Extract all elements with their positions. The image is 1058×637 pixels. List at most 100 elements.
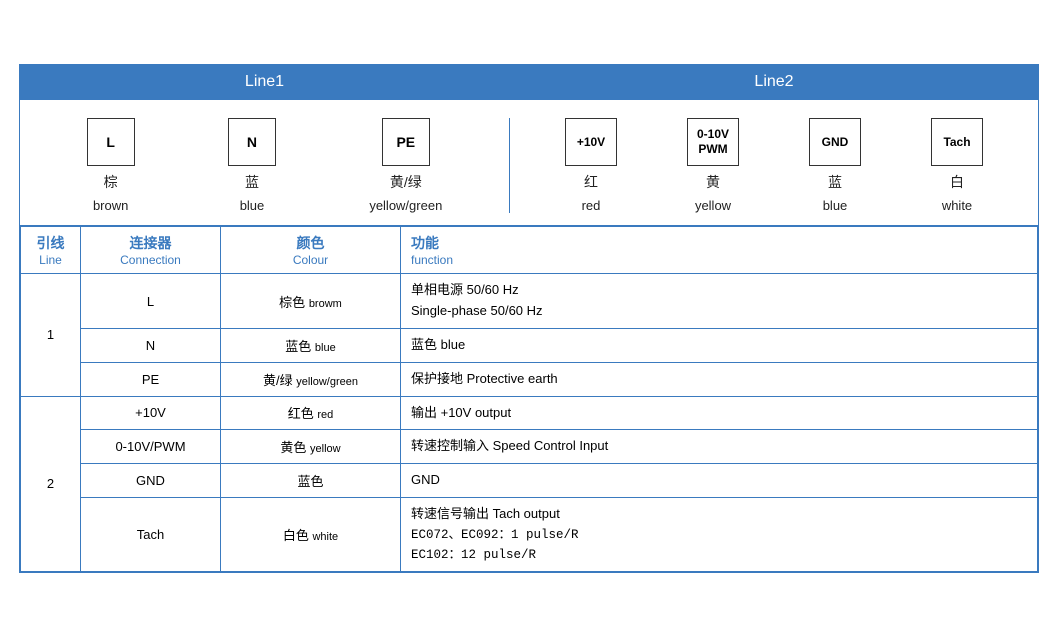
th-func-en: function xyxy=(411,253,1027,267)
wire-label-en: blue xyxy=(240,198,265,213)
color-zh: 红色 xyxy=(288,406,314,421)
cell-color: 红色 red xyxy=(221,396,401,430)
header-line2: Line2 xyxy=(510,65,1038,99)
wire-label-en: red xyxy=(582,198,601,213)
header-line1: Line1 xyxy=(20,65,510,99)
func-line: Single-phase 50/60 Hz xyxy=(411,301,1027,322)
cell-connection: N xyxy=(81,328,221,362)
wire-box: N xyxy=(228,118,276,166)
func-line: EC102：12 pulse/R xyxy=(411,545,1027,565)
wire-box: +10V xyxy=(565,118,617,166)
table-row: 1L棕色 browm单相电源 50/60 HzSingle-phase 50/6… xyxy=(21,274,1038,329)
color-en: browm xyxy=(309,298,342,310)
table-row: 0-10V/PWM黄色 yellow转速控制输入 Speed Control I… xyxy=(21,430,1038,464)
cell-connection: Tach xyxy=(81,497,221,571)
cell-color: 棕色 browm xyxy=(221,274,401,329)
th-color-zh: 颜色 xyxy=(231,233,390,253)
func-line: 转速控制输入 Speed Control Input xyxy=(411,436,1027,457)
cell-color: 蓝色 xyxy=(221,464,401,498)
cell-color: 蓝色 blue xyxy=(221,328,401,362)
wire-item-l2-0: +10V 红 red xyxy=(565,118,617,213)
table-body: 1L棕色 browm单相电源 50/60 HzSingle-phase 50/6… xyxy=(21,274,1038,571)
color-zh: 蓝色 xyxy=(297,474,323,489)
wire-label-zh: 黄/绿 xyxy=(390,172,422,192)
header-row: Line1 Line2 xyxy=(20,65,1038,100)
diagram-line2: +10V 红 red 0-10VPWM 黄 yellow GND 蓝 blue … xyxy=(510,118,1038,213)
cell-function: 蓝色 blue xyxy=(401,328,1038,362)
cell-color: 黄色 yellow xyxy=(221,430,401,464)
wire-item-l2-2: GND 蓝 blue xyxy=(809,118,861,213)
func-line: 保护接地 Protective earth xyxy=(411,369,1027,390)
wire-item-l2-1: 0-10VPWM 黄 yellow xyxy=(687,118,739,213)
color-en: yellow xyxy=(310,443,341,455)
func-line: 单相电源 50/60 Hz xyxy=(411,280,1027,301)
wire-item-l1-0: L 棕 brown xyxy=(87,118,135,213)
func-line: EC072、EC092：1 pulse/R xyxy=(411,525,1027,545)
color-zh: 白色 xyxy=(283,528,309,543)
cell-function: 输出 +10V output xyxy=(401,396,1038,430)
wire-label-zh: 蓝 xyxy=(245,172,259,192)
wire-label-zh: 红 xyxy=(584,172,598,192)
data-table: 引线 Line 连接器 Connection 颜色 Colour 功能 func… xyxy=(20,226,1038,571)
wire-box: 0-10VPWM xyxy=(687,118,739,166)
wire-item-l2-3: Tach 白 white xyxy=(931,118,983,213)
wire-label-zh: 棕 xyxy=(104,172,118,192)
table-row: GND 蓝色 GND xyxy=(21,464,1038,498)
main-container: Line1 Line2 L 棕 brown N 蓝 blue PE 黄/绿 ye… xyxy=(19,64,1039,572)
color-en: white xyxy=(312,531,338,543)
th-line-zh: 引线 xyxy=(31,233,70,253)
wire-box: PE xyxy=(382,118,430,166)
cell-function: 转速信号输出 Tach outputEC072、EC092：1 pulse/RE… xyxy=(401,497,1038,571)
wire-label-zh: 蓝 xyxy=(828,172,842,192)
th-color: 颜色 Colour xyxy=(221,227,401,274)
th-conn-zh: 连接器 xyxy=(91,233,210,253)
color-en: blue xyxy=(315,342,336,354)
wire-label-en: blue xyxy=(823,198,848,213)
table-header-row: 引线 Line 连接器 Connection 颜色 Colour 功能 func… xyxy=(21,227,1038,274)
th-line: 引线 Line xyxy=(21,227,81,274)
wire-item-l1-1: N 蓝 blue xyxy=(228,118,276,213)
wire-label-zh: 白 xyxy=(950,172,964,192)
cell-connection: 0-10V/PWM xyxy=(81,430,221,464)
color-en: red xyxy=(317,409,333,421)
th-func: 功能 function xyxy=(401,227,1038,274)
cell-function: 保护接地 Protective earth xyxy=(401,362,1038,396)
wire-item-l1-2: PE 黄/绿 yellow/green xyxy=(369,118,442,213)
cell-color: 黄/绿 yellow/green xyxy=(221,362,401,396)
th-func-zh: 功能 xyxy=(411,233,1027,253)
cell-connection: PE xyxy=(81,362,221,396)
diagram-line1: L 棕 brown N 蓝 blue PE 黄/绿 yellow/green xyxy=(20,118,510,213)
color-en: yellow/green xyxy=(296,376,358,388)
color-zh: 棕色 xyxy=(279,295,305,310)
table-row: Tach白色 white转速信号输出 Tach outputEC072、EC09… xyxy=(21,497,1038,571)
th-line-en: Line xyxy=(31,253,70,267)
cell-color: 白色 white xyxy=(221,497,401,571)
cell-function: GND xyxy=(401,464,1038,498)
cell-line: 2 xyxy=(21,396,81,571)
th-color-en: Colour xyxy=(231,253,390,267)
table-row: N蓝色 blue蓝色 blue xyxy=(21,328,1038,362)
wire-label-en: yellow xyxy=(695,198,731,213)
cell-connection: +10V xyxy=(81,396,221,430)
func-line: 转速信号输出 Tach output xyxy=(411,504,1027,525)
color-zh: 黄色 xyxy=(280,440,306,455)
wire-label-en: brown xyxy=(93,198,128,213)
table-row: PE黄/绿 yellow/green保护接地 Protective earth xyxy=(21,362,1038,396)
color-zh: 黄/绿 xyxy=(263,373,293,388)
wire-label-en: white xyxy=(942,198,972,213)
th-conn: 连接器 Connection xyxy=(81,227,221,274)
func-line: 蓝色 blue xyxy=(411,335,1027,356)
diagram-row: L 棕 brown N 蓝 blue PE 黄/绿 yellow/green +… xyxy=(20,100,1038,226)
cell-line: 1 xyxy=(21,274,81,396)
color-zh: 蓝色 xyxy=(285,339,311,354)
func-line: GND xyxy=(411,470,1027,491)
wire-label-en: yellow/green xyxy=(369,198,442,213)
th-conn-en: Connection xyxy=(91,253,210,267)
cell-connection: GND xyxy=(81,464,221,498)
func-line: 输出 +10V output xyxy=(411,403,1027,424)
wire-label-zh: 黄 xyxy=(706,172,720,192)
table-row: 2+10V红色 red输出 +10V output xyxy=(21,396,1038,430)
wire-box: L xyxy=(87,118,135,166)
cell-function: 转速控制输入 Speed Control Input xyxy=(401,430,1038,464)
wire-box: Tach xyxy=(931,118,983,166)
